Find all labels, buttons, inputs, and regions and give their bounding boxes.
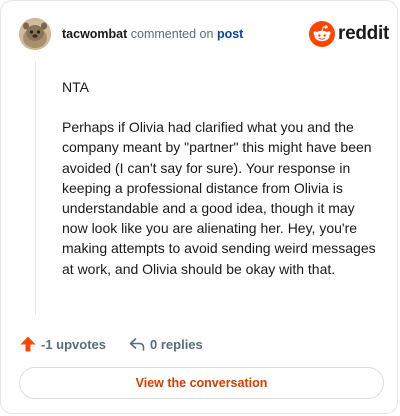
reddit-wordmark: reddit — [338, 23, 389, 44]
username-link[interactable]: tacwombat — [62, 27, 127, 41]
avatar[interactable] — [19, 18, 51, 50]
comment-header: tacwombat commented on post — [62, 27, 243, 41]
upvote-arrow-icon — [20, 336, 36, 352]
comment-actions: -1 upvotes 0 replies — [19, 335, 203, 353]
replies-button[interactable]: 0 replies — [128, 335, 203, 353]
reply-count: 0 replies — [150, 336, 203, 352]
reply-arrow-icon — [129, 338, 145, 351]
avatar-image — [19, 18, 51, 50]
comment-body: NTA Perhaps if Olivia had clarified what… — [62, 77, 384, 279]
upvote-button[interactable]: -1 upvotes — [19, 335, 106, 353]
post-link[interactable]: post — [217, 27, 243, 41]
upvote-count: -1 upvotes — [41, 336, 107, 352]
comment-embed-card: tacwombat commented on post reddit NTA P… — [0, 0, 398, 414]
view-conversation-button[interactable]: View the conversation — [19, 367, 384, 399]
thread-line — [35, 61, 36, 315]
comment-paragraph: NTA — [62, 79, 89, 95]
comment-paragraph: Perhaps if Olivia had clarified what you… — [62, 119, 376, 277]
reddit-logo[interactable]: reddit — [309, 21, 389, 47]
commented-on-text: commented on — [130, 27, 214, 41]
reddit-snoo-icon — [309, 21, 335, 47]
